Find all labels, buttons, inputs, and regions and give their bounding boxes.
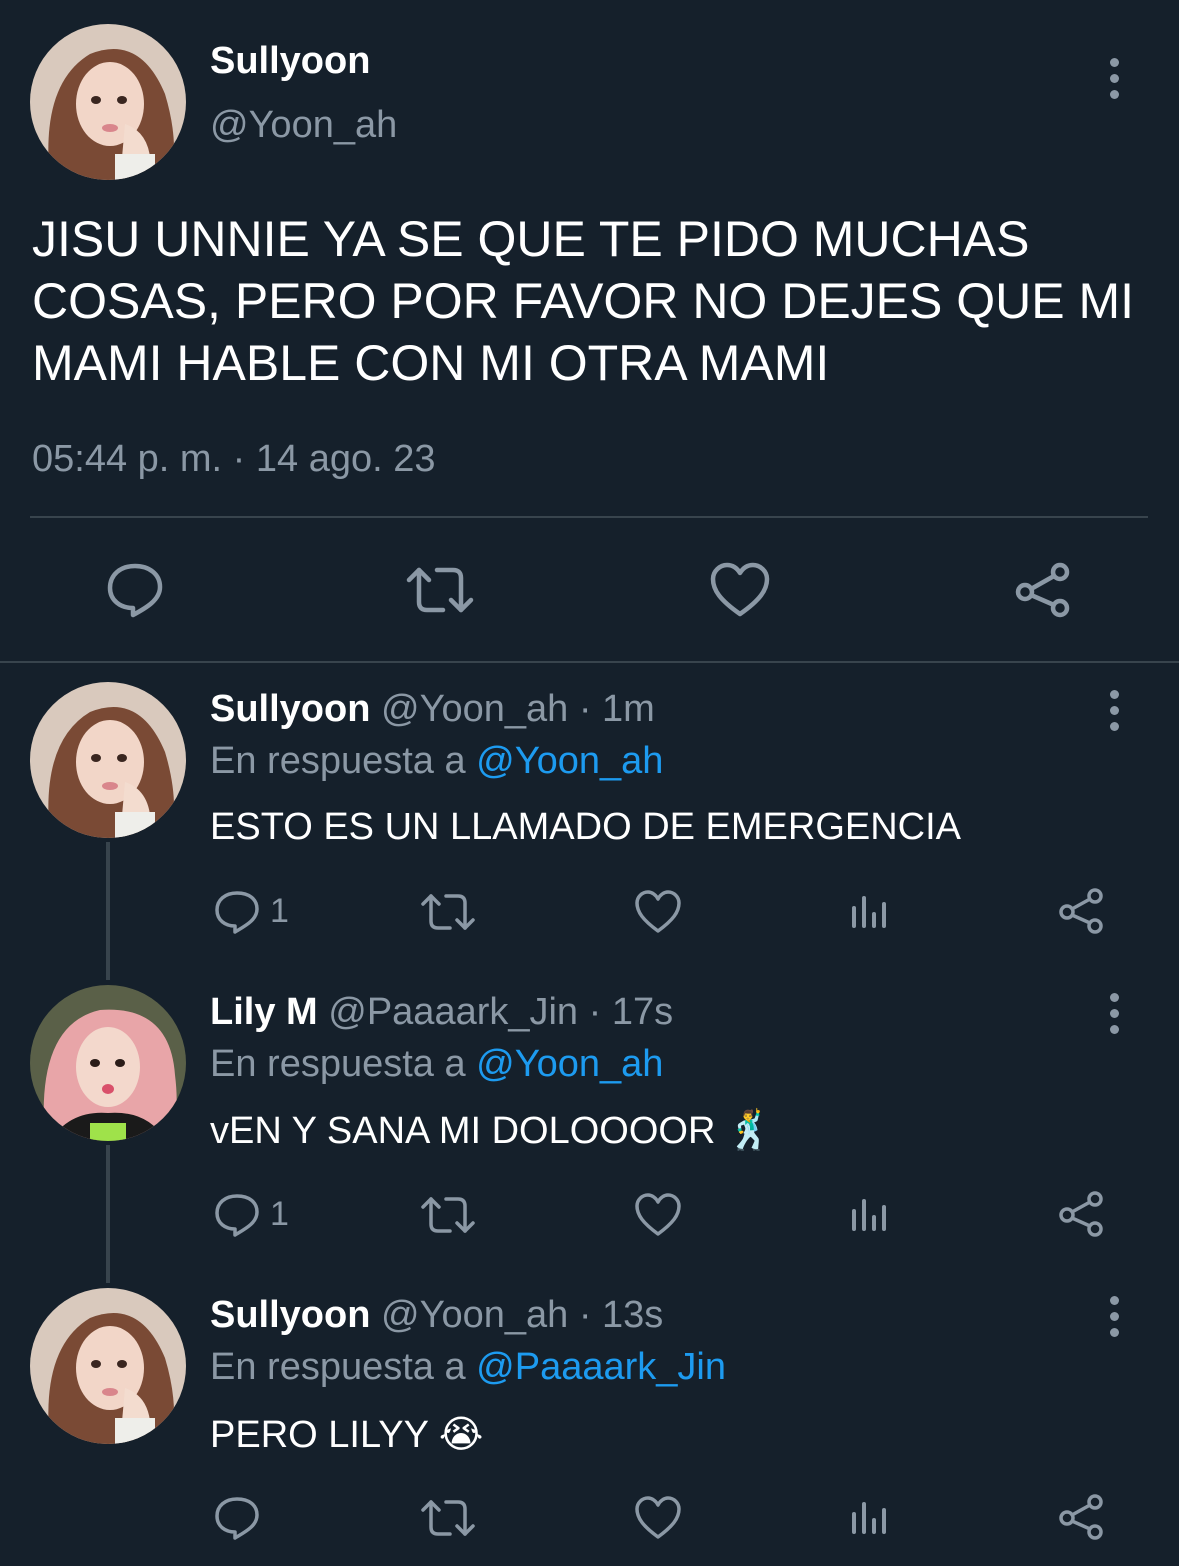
more-options-icon[interactable]	[1108, 690, 1120, 731]
retweet-icon[interactable]	[420, 1496, 476, 1545]
avatar[interactable]	[30, 682, 186, 838]
share-icon[interactable]	[1014, 562, 1072, 623]
crying-face-emoji: 😭	[438, 1414, 484, 1456]
share-icon[interactable]	[1058, 1191, 1104, 1242]
more-options-icon[interactable]	[1108, 1296, 1120, 1337]
share-icon[interactable]	[1058, 1494, 1104, 1545]
tweet-time[interactable]: · 17s	[589, 991, 673, 1033]
tweet-text-line: JISU UNNIE YA SE QUE TE PIDO MUCHAS	[32, 211, 1030, 267]
more-options-icon[interactable]	[1108, 58, 1120, 99]
tweet-header: Sullyoon @Yoon_ah · 13s	[210, 1294, 663, 1337]
handle[interactable]: @Yoon_ah	[381, 1294, 568, 1336]
retweet-icon[interactable]	[405, 562, 475, 623]
views-icon[interactable]	[850, 1197, 890, 1238]
views-icon[interactable]	[850, 1500, 890, 1541]
tweet-text: vEN Y SANA MI DOLOOOOR 🕺	[210, 1109, 773, 1153]
views-icon[interactable]	[850, 894, 890, 935]
reply-to-link[interactable]: @Yoon_ah	[476, 1043, 663, 1085]
reply-icon[interactable]	[214, 1496, 260, 1545]
thread-line	[106, 842, 110, 980]
handle[interactable]: @Yoon_ah	[381, 688, 568, 730]
reply-context: En respuesta a @Yoon_ah	[210, 1043, 663, 1086]
reply-icon[interactable]	[214, 890, 260, 939]
more-options-icon[interactable]	[1108, 993, 1120, 1034]
tweet-text-content: vEN Y SANA MI DOLOOOOR	[210, 1110, 716, 1152]
handle[interactable]: @Yoon_ah	[210, 104, 397, 147]
section-divider	[0, 661, 1179, 663]
tweet-time[interactable]: · 1m	[579, 688, 655, 730]
tweet-header: Lily M @Paaaark_Jin · 17s	[210, 991, 673, 1034]
share-icon[interactable]	[1058, 888, 1104, 939]
retweet-icon[interactable]	[420, 1193, 476, 1242]
reply-count: 1	[270, 1195, 289, 1233]
display-name[interactable]: Sullyoon	[210, 688, 370, 730]
divider	[30, 516, 1148, 518]
thread-line	[106, 1145, 110, 1283]
retweet-icon[interactable]	[420, 890, 476, 939]
timestamp[interactable]: 05:44 p. m. · 14 ago. 23	[32, 438, 436, 481]
tweet-text-line: COSAS, PERO POR FAVOR NO DEJES QUE MI	[32, 273, 1135, 329]
avatar[interactable]	[30, 24, 186, 180]
reply-icon[interactable]	[106, 562, 164, 623]
reply-prefix: En respuesta a	[210, 1346, 466, 1388]
tweet-time[interactable]: · 13s	[579, 1294, 663, 1336]
reply-count: 1	[270, 892, 289, 930]
reply-prefix: En respuesta a	[210, 1043, 466, 1085]
avatar[interactable]	[30, 1288, 186, 1444]
tweet-text: ESTO ES UN LLAMADO DE EMERGENCIA	[210, 806, 962, 848]
tweet-text-line: MAMI HABLE CON MI OTRA MAMI	[32, 335, 830, 391]
reply-to-link[interactable]: @Yoon_ah	[476, 740, 663, 782]
handle[interactable]: @Paaaark_Jin	[328, 991, 578, 1033]
tweet-text-content: PERO LILYY	[210, 1414, 429, 1456]
display-name[interactable]: Sullyoon	[210, 1294, 370, 1336]
reply-context: En respuesta a @Paaaark_Jin	[210, 1346, 726, 1389]
like-icon[interactable]	[635, 890, 681, 939]
like-icon[interactable]	[635, 1496, 681, 1545]
like-icon[interactable]	[710, 562, 770, 623]
avatar[interactable]	[30, 985, 186, 1141]
tweet-text: JISU UNNIE YA SE QUE TE PIDO MUCHAS COSA…	[32, 208, 1134, 394]
reply-prefix: En respuesta a	[210, 740, 466, 782]
tweet-text: PERO LILYY 😭	[210, 1412, 483, 1457]
dancing-man-emoji: 🕺	[725, 1110, 774, 1152]
reply-icon[interactable]	[214, 1193, 260, 1242]
like-icon[interactable]	[635, 1193, 681, 1242]
reply-context: En respuesta a @Yoon_ah	[210, 740, 663, 783]
reply-to-link[interactable]: @Paaaark_Jin	[476, 1346, 726, 1388]
tweet-header: Sullyoon @Yoon_ah · 1m	[210, 688, 655, 731]
display-name[interactable]: Lily M	[210, 991, 318, 1033]
display-name[interactable]: Sullyoon	[210, 40, 370, 83]
